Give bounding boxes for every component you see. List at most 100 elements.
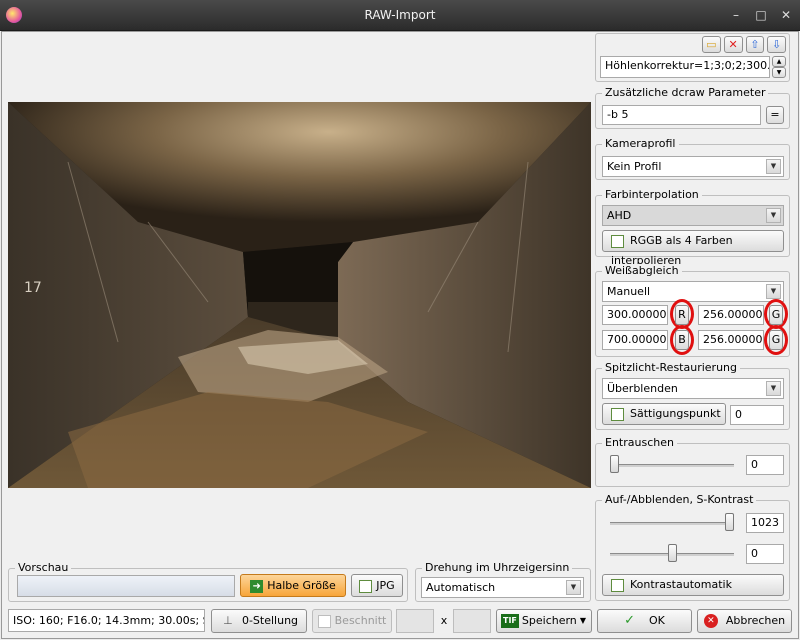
crop-width-input[interactable] — [396, 609, 434, 633]
highlight-group: Spitzlicht-Restaurierung Überblenden ▼ S… — [595, 361, 790, 430]
profile-list-box: ▭ ✕ ⇧ ⇩ Höhlenkorrektur=1;3;0;2;300.0...… — [595, 33, 790, 82]
preview-group: Vorschau ➜ Halbe Größe JPG — [8, 561, 408, 602]
dcraw-equals-button[interactable]: = — [766, 106, 784, 124]
denoise-slider-thumb[interactable] — [610, 455, 619, 473]
highlight-select[interactable]: Überblenden ▼ — [602, 378, 784, 399]
dcraw-group-label: Zusätzliche dcraw Parameter — [602, 86, 769, 99]
arrow-up-icon[interactable]: ⇧ — [745, 36, 765, 53]
dcraw-group: Zusätzliche dcraw Parameter -b 5 = — [595, 86, 790, 129]
wb-r-button[interactable]: R — [675, 305, 689, 325]
camera-profile-label: Kameraprofil — [602, 137, 679, 150]
highlight-mode: Überblenden — [607, 382, 678, 395]
saturation-checkbox[interactable]: Sättigungspunkt — [602, 403, 726, 425]
checkbox-icon — [611, 234, 624, 248]
contrast-auto-checkbox[interactable]: Kontrastautomatik — [602, 574, 784, 596]
wall-marking: 17 — [24, 280, 42, 296]
interpolation-label: Farbinterpolation — [602, 188, 702, 201]
chevron-down-icon: ▼ — [766, 381, 781, 396]
exposure-label: Auf-/Abblenden, S-Kontrast — [602, 493, 757, 506]
exposure-input[interactable]: 1023 — [746, 513, 784, 533]
cancel-label: Abbrechen — [725, 614, 786, 627]
preview-group-label: Vorschau — [15, 561, 72, 574]
cancel-button[interactable]: ✕ Abbrechen — [697, 609, 792, 633]
chevron-down-icon: ▼ — [579, 616, 586, 625]
denoise-group: Entrauschen 0 — [595, 436, 790, 487]
contrast-input[interactable]: 0 — [746, 544, 784, 564]
preview-image[interactable]: 17 — [8, 102, 591, 488]
crop-height-input[interactable] — [453, 609, 491, 633]
camera-profile-select[interactable]: Kein Profil ▼ — [602, 156, 784, 177]
exposure-slider-track[interactable] — [610, 522, 734, 525]
profile-list-value[interactable]: Höhlenkorrektur=1;3;0;2;300.0... — [600, 56, 770, 78]
level-icon: ⊥ — [223, 614, 233, 627]
jpg-checkbox[interactable]: JPG — [351, 574, 403, 597]
saturation-input[interactable]: 0 — [730, 405, 784, 425]
profile-toolbar: ▭ ✕ ⇧ ⇩ — [702, 36, 786, 53]
maximize-button[interactable]: □ — [752, 6, 770, 24]
dcraw-input[interactable]: -b 5 — [602, 105, 761, 125]
denoise-slider-track[interactable] — [610, 464, 734, 467]
camera-profile-value: Kein Profil — [607, 160, 662, 173]
title-bar[interactable]: RAW-Import – □ ✕ — [0, 0, 800, 31]
rotation-value: Automatisch — [426, 581, 496, 594]
save-button[interactable]: TIF Speichern ▼ — [496, 609, 592, 633]
exposure-slider-thumb[interactable] — [725, 513, 734, 531]
folder-icon[interactable]: ▭ — [702, 36, 721, 53]
wb-g2-button[interactable]: G — [769, 330, 783, 350]
jpg-label: JPG — [376, 579, 395, 592]
interpolation-value: AHD — [607, 209, 632, 222]
interpolation-select[interactable]: AHD ▼ — [602, 205, 784, 226]
arrow-down-icon[interactable]: ⇩ — [767, 36, 786, 53]
denoise-label: Entrauschen — [602, 436, 677, 449]
spin-down-icon[interactable]: ▼ — [772, 67, 786, 78]
tunnel-photo: 17 — [8, 102, 591, 488]
white-balance-select[interactable]: Manuell ▼ — [602, 281, 784, 302]
white-balance-group: Weißabgleich Manuell ▼ 300.000000 R 256.… — [595, 264, 790, 357]
wb-g1-input[interactable]: 256.000000 — [698, 305, 764, 325]
contrast-auto-label: Kontrastautomatik — [630, 578, 732, 591]
arrow-right-icon: ➜ — [250, 579, 264, 593]
white-balance-label: Weißabgleich — [602, 264, 682, 277]
minimize-button[interactable]: – — [727, 6, 745, 24]
crop-label: Beschnitt — [334, 614, 387, 627]
wb-g2-input[interactable]: 256.000000 — [698, 330, 764, 350]
rggb-checkbox[interactable]: RGGB als 4 Farben interpolieren — [602, 230, 784, 267]
delete-icon[interactable]: ✕ — [723, 36, 743, 53]
wb-g1-button[interactable]: G — [769, 305, 783, 325]
exif-info: ISO: 160; F16.0; 14.3mm; 30.00s; SON — [8, 609, 205, 632]
denoise-input[interactable]: 0 — [746, 455, 784, 475]
dimension-separator: x — [440, 614, 448, 627]
save-label: Speichern — [521, 614, 577, 627]
rotation-group: Drehung im Uhrzeigersinn Automatisch ▼ — [415, 561, 591, 602]
exposure-group: Auf-/Abblenden, S-Kontrast 1023 0 Kontra… — [595, 493, 790, 601]
ok-button[interactable]: ✓ OK — [597, 609, 692, 633]
preview-progress-bar — [17, 575, 235, 597]
half-size-label: Halbe Größe — [267, 579, 336, 592]
checkbox-icon — [359, 579, 373, 593]
crop-checkbox[interactable]: Beschnitt — [312, 609, 392, 633]
spin-up-icon[interactable]: ▲ — [772, 56, 786, 67]
saturation-label: Sättigungspunkt — [630, 407, 721, 420]
zero-position-label: 0-Stellung — [241, 614, 299, 627]
wb-b-button[interactable]: B — [675, 330, 689, 350]
profile-list-spinner[interactable]: ▲ ▼ — [772, 56, 786, 78]
checkbox-icon — [611, 407, 624, 421]
checkbox-icon — [317, 614, 331, 628]
interpolation-group: Farbinterpolation AHD ▼ RGGB als 4 Farbe… — [595, 188, 790, 267]
chevron-down-icon: ▼ — [766, 284, 781, 299]
camera-profile-group: Kameraprofil Kein Profil ▼ — [595, 137, 790, 180]
chevron-down-icon: ▼ — [766, 159, 781, 174]
close-button[interactable]: ✕ — [777, 6, 795, 24]
contrast-slider-thumb[interactable] — [667, 544, 677, 562]
chevron-down-icon: ▼ — [566, 580, 581, 595]
half-size-button[interactable]: ➜ Halbe Größe — [240, 574, 346, 597]
window-title: RAW-Import — [364, 8, 436, 22]
rotation-label: Drehung im Uhrzeigersinn — [422, 561, 573, 574]
highlight-label: Spitzlicht-Restaurierung — [602, 361, 740, 374]
rotation-select[interactable]: Automatisch ▼ — [421, 577, 584, 598]
wb-r-input[interactable]: 300.000000 — [602, 305, 668, 325]
wb-b-input[interactable]: 700.000000 — [602, 330, 668, 350]
zero-position-button[interactable]: ⊥ 0-Stellung — [211, 609, 307, 633]
checkmark-icon: ✓ — [624, 613, 636, 628]
checkbox-icon — [611, 578, 624, 592]
